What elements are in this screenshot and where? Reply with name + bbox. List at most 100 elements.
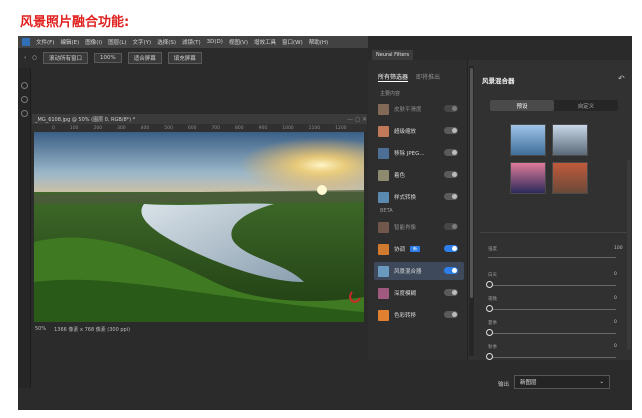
tab-custom[interactable]: 自定义 — [554, 100, 618, 111]
document-tab[interactable]: _MG_6108.jpg @ 50% (图层 0, RGB/8*) * — ◻ … — [32, 114, 367, 124]
strength-value: 100 — [614, 246, 623, 251]
filter-item[interactable]: 深度模糊 — [374, 284, 464, 302]
ruler-tick: 1100 — [308, 125, 321, 131]
ruler-tick: 300 — [117, 125, 126, 131]
tab-presets[interactable]: 预设 — [490, 100, 554, 111]
strength-slider[interactable] — [488, 257, 616, 258]
filter-item[interactable]: 样式转换 — [374, 188, 464, 206]
filter-list: 所有筛选器 即将推出 主要内容 BETA 皮肤平滑度 超级缩放 移除 JPEG...… — [368, 60, 468, 360]
slider-value: 0 — [614, 296, 617, 301]
menu-item[interactable]: 视图(V) — [229, 38, 248, 46]
landscape-preset-thumbnail[interactable] — [510, 124, 546, 156]
filter-toggle[interactable] — [444, 193, 458, 200]
filter-label: 深度模糊 — [394, 291, 417, 297]
slider-track[interactable] — [488, 285, 616, 286]
slider-track[interactable] — [488, 309, 616, 310]
filter-item[interactable]: 协调新 — [374, 240, 464, 258]
slider-label: 夏季 — [488, 321, 497, 326]
filter-thumbnail — [378, 265, 389, 277]
filter-toggle[interactable] — [444, 149, 458, 156]
tool-icon[interactable] — [21, 96, 28, 103]
filter-toggle[interactable] — [444, 105, 458, 112]
filter-item[interactable]: 智能肖像 — [374, 218, 464, 236]
menu-item[interactable]: 文字(Y) — [133, 38, 152, 46]
chevron-down-icon: ⌄ — [599, 379, 604, 385]
reset-icon[interactable]: ↶ — [618, 74, 625, 83]
output-value: 新图层 — [520, 380, 537, 386]
tool-icon[interactable] — [21, 82, 28, 89]
zoom-status[interactable]: 50% — [35, 326, 46, 332]
slider-knob[interactable] — [486, 353, 493, 360]
section-featured: 主要内容 — [380, 91, 401, 97]
neural-filters-tab[interactable]: Neural Filters — [372, 50, 414, 60]
scroll-all-windows-checkbox[interactable]: 滚动所有窗口 — [43, 52, 89, 64]
filter-list-scroll-thumb[interactable] — [470, 68, 473, 298]
filter-thumbnail — [378, 125, 389, 137]
tab-coming-soon[interactable]: 即将推出 — [416, 72, 440, 82]
slider-label: 夜晚 — [488, 297, 497, 302]
filter-toggle[interactable] — [444, 127, 458, 134]
fit-screen-button[interactable]: 适合屏幕 — [127, 52, 162, 64]
back-icon[interactable]: ‹ — [24, 55, 26, 61]
zoom-100-button[interactable]: 100% — [94, 53, 122, 63]
filter-detail: 风景混合器 ↶ 预设 自定义 强度 100 白天0夜晚0夏季0秋季0冬季0 — [476, 60, 632, 384]
output-select[interactable]: 新图层 ⌄ — [514, 375, 610, 389]
landscape-preset-thumbnail[interactable] — [552, 124, 588, 156]
menu-item[interactable]: 图像(I) — [85, 38, 102, 46]
fill-screen-button[interactable]: 填充屏幕 — [167, 52, 202, 64]
tab-all-filters[interactable]: 所有筛选器 — [378, 72, 409, 82]
filter-toggle[interactable] — [444, 245, 458, 252]
filter-item[interactable]: 超级缩放 — [374, 122, 464, 140]
toolbar — [18, 68, 31, 388]
neural-filters-panel: Neural Filters 所有筛选器 即将推出 主要内容 BETA 皮肤平滑… — [368, 36, 632, 410]
landscape-preset-thumbnail[interactable] — [510, 162, 546, 194]
filter-toggle[interactable] — [444, 289, 458, 296]
new-badge: 新 — [410, 246, 421, 252]
menu-item[interactable]: 窗口(W) — [282, 38, 303, 46]
menu-item[interactable]: 3D(D) — [207, 39, 223, 45]
ruler-tick: 600 — [187, 125, 197, 131]
slider-knob[interactable] — [486, 281, 493, 288]
filter-toggle[interactable] — [444, 171, 458, 178]
slider-value: 0 — [614, 344, 617, 349]
slider-label: 秋季 — [488, 345, 497, 350]
menu-item[interactable]: 编辑(E) — [60, 38, 79, 46]
filter-thumbnail — [378, 147, 389, 159]
filter-item[interactable]: 风景混合器 — [374, 262, 464, 280]
options-bar: ‹ ○ 滚动所有窗口 100% 适合屏幕 填充屏幕 — [18, 50, 358, 66]
menu-item[interactable]: 选择(S) — [157, 38, 176, 46]
ruler-tick: 700 — [211, 125, 221, 131]
tool-icon[interactable] — [21, 110, 28, 117]
filter-item[interactable]: 着色 — [374, 166, 464, 184]
page-caption: 风景照片融合功能: — [20, 15, 130, 30]
filter-toggle[interactable] — [444, 311, 458, 318]
filter-thumbnail — [378, 169, 389, 181]
document-canvas[interactable] — [34, 132, 364, 322]
filter-toggle[interactable] — [444, 223, 458, 230]
filter-item[interactable]: 色彩转移 — [374, 306, 464, 324]
slider-knob[interactable] — [486, 305, 493, 312]
slider-track[interactable] — [488, 357, 616, 358]
filter-item[interactable]: 皮肤平滑度 — [374, 100, 464, 118]
filter-label: 样式转换 — [394, 195, 417, 201]
menu-item[interactable]: 图层(L) — [108, 38, 126, 46]
slider-track[interactable] — [488, 333, 616, 334]
detail-scrollbar[interactable] — [627, 160, 631, 350]
hand-tool-icon[interactable]: ○ — [32, 55, 37, 61]
menu-item[interactable]: 滤镜(T) — [182, 38, 201, 46]
menu-item[interactable]: 文件(F) — [36, 38, 54, 46]
filter-thumbnail — [378, 243, 389, 255]
ruler-tick: 800 — [235, 125, 244, 131]
landscape-preset-thumbnail[interactable] — [552, 162, 588, 194]
filter-title: 风景混合器 — [482, 77, 515, 85]
ruler-tick: 900 — [258, 125, 268, 131]
window-controls[interactable]: — ◻ ✕ — [347, 116, 367, 123]
filter-item[interactable]: 移除 JPEG... — [374, 144, 464, 162]
ruler-tick: 200 — [93, 125, 103, 131]
menu-item[interactable]: 帮助(H) — [309, 38, 328, 46]
neural-filters-header: Neural Filters — [368, 36, 632, 60]
filter-toggle[interactable] — [444, 267, 458, 274]
slider-knob[interactable] — [486, 329, 493, 336]
menu-item[interactable]: 增效工具 — [254, 38, 276, 46]
filter-label: 着色 — [394, 173, 406, 179]
